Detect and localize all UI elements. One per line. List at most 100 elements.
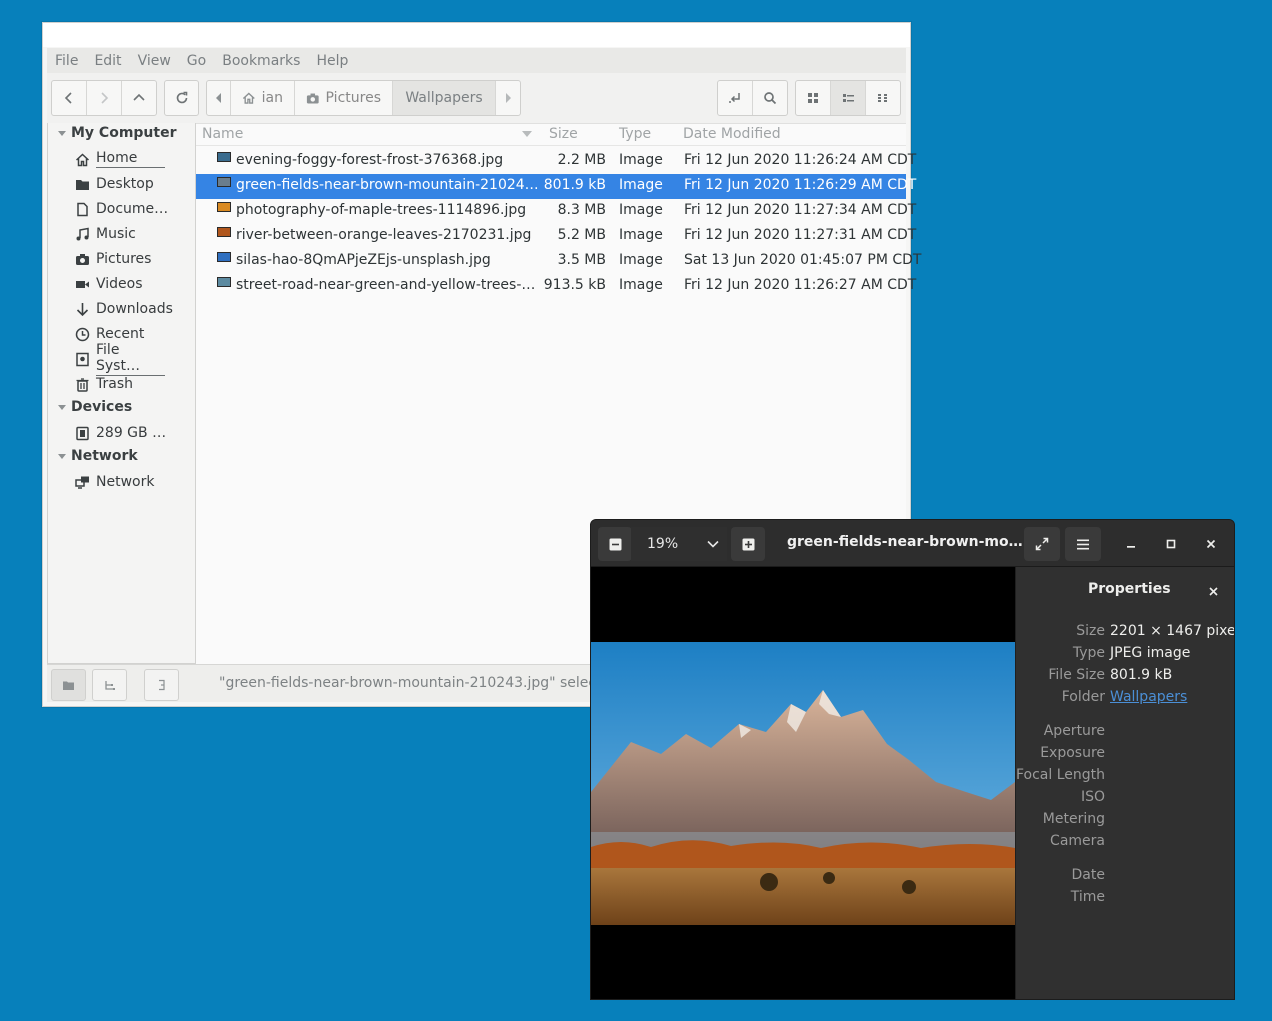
home-icon	[242, 92, 255, 104]
sidebar-item-documents[interactable]: Docume…	[75, 198, 168, 220]
file-row[interactable]: silas-hao-8QmAPjeZEjs-unsplash.jpg 3.5 MB…	[196, 249, 921, 274]
file-row[interactable]: river-between-orange-leaves-2170231.jpg 5…	[196, 224, 916, 249]
hide-sidebar-button[interactable]	[144, 669, 179, 701]
property-value: 801.9 kB	[1110, 667, 1173, 683]
sidebar-heading-network[interactable]: Network	[57, 448, 138, 464]
sidebar-heading-label: Network	[71, 448, 138, 464]
close-button[interactable]	[1200, 533, 1222, 555]
camera-icon	[306, 93, 319, 103]
image-thumbnail-icon	[217, 277, 231, 287]
column-type[interactable]: Type	[619, 126, 651, 142]
properties-close-button[interactable]	[1202, 580, 1224, 602]
property-key: File Size	[1048, 667, 1105, 683]
sidebar-item-videos[interactable]: Videos	[75, 273, 143, 295]
property-key: Aperture	[1043, 723, 1105, 739]
sidebar-item-filesystem[interactable]: File Syst…	[75, 342, 165, 376]
image-viewer-window: 19% green-fields-near-brown-mo… Properti…	[590, 519, 1235, 1000]
breadcrumb-wallpapers[interactable]: Wallpapers	[393, 81, 496, 115]
titlebar[interactable]	[43, 23, 910, 47]
sidebar-item-label: Network	[96, 474, 155, 490]
sidebar-item-music[interactable]: Music	[75, 223, 136, 245]
up-button[interactable]	[122, 81, 156, 115]
file-type: Image	[619, 202, 663, 218]
column-name[interactable]: Name	[202, 126, 243, 142]
show-tree-button[interactable]	[92, 669, 127, 701]
image-canvas[interactable]	[591, 567, 1015, 999]
breadcrumb-ian[interactable]: ian	[231, 81, 295, 115]
show-places-button[interactable]	[51, 669, 86, 701]
sidebar-item-home[interactable]: Home	[75, 148, 165, 170]
triangle-down-icon	[58, 454, 66, 459]
maximize-button[interactable]	[1160, 533, 1182, 555]
download-icon	[76, 302, 89, 316]
file-row[interactable]: photography-of-maple-trees-1114896.jpg 8.…	[196, 199, 916, 224]
file-name: river-between-orange-leaves-2170231.jpg	[236, 227, 532, 243]
grid-icon	[808, 93, 818, 103]
breadcrumb-pictures[interactable]: Pictures	[295, 81, 393, 115]
compact-view-button[interactable]	[866, 81, 900, 115]
file-row[interactable]: evening-foggy-forest-frost-376368.jpg 2.2…	[196, 149, 916, 174]
hamburger-icon	[1077, 539, 1089, 549]
plus-icon	[742, 538, 754, 550]
sidebar-item-downloads[interactable]: Downloads	[75, 298, 173, 320]
sidebar-item-network[interactable]: Network	[75, 471, 154, 493]
menu-help[interactable]: Help	[316, 53, 348, 69]
viewer-headerbar[interactable]: 19% green-fields-near-brown-mo…	[591, 520, 1234, 567]
home-icon	[75, 152, 90, 166]
document-icon	[77, 202, 88, 216]
image-thumbnail-icon	[217, 152, 231, 162]
zoom-out-button[interactable]	[598, 527, 632, 561]
column-header: Name Size Type Date Modified	[196, 124, 906, 146]
zoom-combobox[interactable]: 19%	[631, 527, 727, 561]
column-date[interactable]: Date Modified	[683, 126, 781, 142]
sidebar-item-trash[interactable]: Trash	[75, 373, 133, 395]
folder-link[interactable]: Wallpapers	[1110, 689, 1187, 705]
reload-button[interactable]	[164, 80, 199, 116]
sidebar: My Computer Home Desktop Docume… Music P…	[47, 123, 196, 664]
sidebar-item-label: Docume…	[96, 201, 169, 217]
menu-go[interactable]: Go	[187, 53, 206, 69]
sidebar-heading-my-computer[interactable]: My Computer	[57, 125, 177, 141]
zoom-value: 19%	[647, 536, 679, 552]
menu-bookmarks[interactable]: Bookmarks	[222, 53, 300, 69]
menu-edit[interactable]: Edit	[94, 53, 121, 69]
menu-button[interactable]	[1065, 527, 1101, 561]
status-text: "green-fields-near-brown-mountain-210243…	[219, 675, 611, 691]
icon-view-button[interactable]	[796, 81, 831, 115]
video-icon	[76, 280, 89, 288]
menu-view[interactable]: View	[138, 53, 171, 69]
file-row[interactable]: street-road-near-green-and-yellow-trees-…	[196, 274, 916, 299]
fullscreen-button[interactable]	[1024, 527, 1060, 561]
breadcrumb-right-arrow[interactable]	[496, 81, 520, 115]
breadcrumb-label: ian	[261, 90, 283, 106]
minimize-button[interactable]	[1120, 533, 1142, 555]
folder-icon	[63, 681, 74, 690]
column-size[interactable]: Size	[549, 126, 578, 142]
list-view-button[interactable]	[831, 81, 866, 115]
file-date: Fri 12 Jun 2020 11:26:29 AM CDT	[684, 177, 917, 193]
menu-file[interactable]: File	[55, 53, 78, 69]
file-type: Image	[619, 277, 663, 293]
tree-icon	[104, 680, 115, 690]
location-button[interactable]	[718, 81, 753, 115]
file-date: Sat 13 Jun 2020 01:45:07 PM CDT	[684, 252, 922, 268]
search-button[interactable]	[753, 81, 787, 115]
close-icon	[1208, 586, 1218, 596]
sidebar-item-pictures[interactable]: Pictures	[75, 248, 151, 270]
forward-button[interactable]	[87, 81, 122, 115]
file-name: photography-of-maple-trees-1114896.jpg	[236, 202, 527, 218]
sidebar-item-disk[interactable]: 289 GB …	[75, 422, 166, 444]
zoom-in-button[interactable]	[731, 527, 765, 561]
file-date: Fri 12 Jun 2020 11:26:24 AM CDT	[684, 152, 917, 168]
sidebar-item-label: Trash	[96, 376, 133, 392]
sidebar-item-desktop[interactable]: Desktop	[75, 173, 154, 195]
file-date: Fri 12 Jun 2020 11:26:27 AM CDT	[684, 277, 917, 293]
breadcrumb-left-arrow[interactable]	[207, 81, 231, 115]
chevron-up-icon	[133, 93, 145, 101]
sidebar-item-label: Desktop	[96, 176, 154, 192]
file-row[interactable]: green-fields-near-brown-mountain-21024… 8…	[196, 174, 916, 199]
back-button[interactable]	[52, 81, 87, 115]
file-name: silas-hao-8QmAPjeZEjs-unsplash.jpg	[236, 252, 491, 268]
sidebar-heading-devices[interactable]: Devices	[57, 399, 132, 415]
file-size: 5.2 MB	[557, 227, 606, 243]
